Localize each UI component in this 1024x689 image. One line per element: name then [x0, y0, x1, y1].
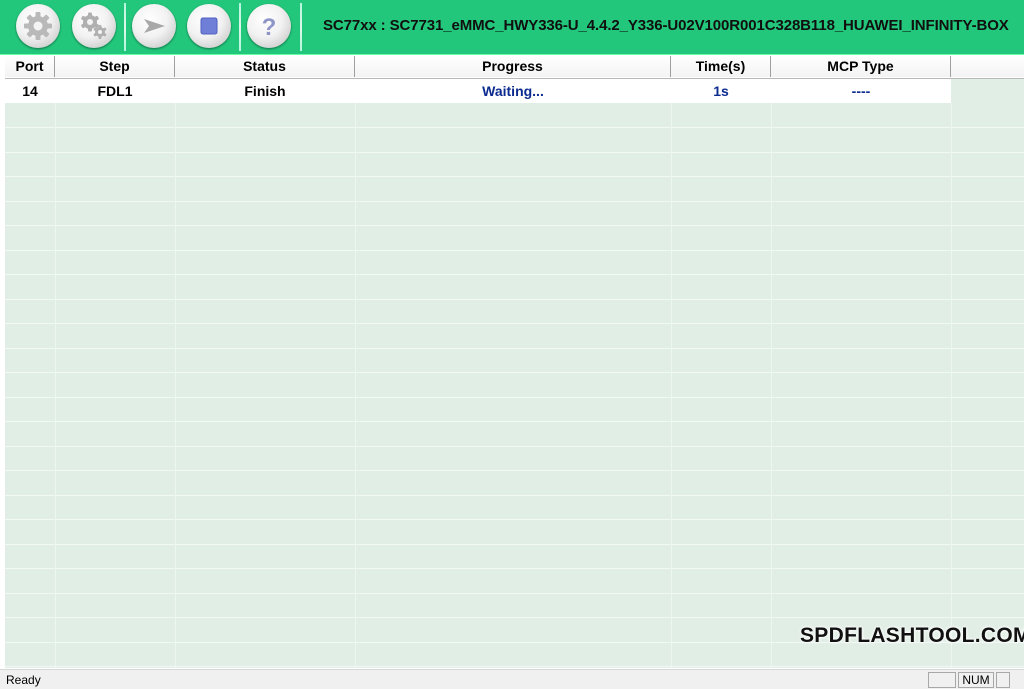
grid-row-line [5, 421, 1024, 422]
cell-step: FDL1 [97, 83, 133, 99]
grid-row-line [5, 666, 1024, 667]
status-pane-empty [928, 672, 956, 688]
firmware-title: SC77xx : SC7731_eMMC_HWY336-U_4.4.2_Y336… [323, 17, 1009, 34]
toolbar-separator [300, 3, 302, 51]
grid-row-line [5, 348, 1024, 349]
grid-row-line [5, 225, 1024, 226]
grid-row-line [5, 544, 1024, 545]
toolbar-separator [124, 3, 126, 51]
toolbar: ? SC77xx : SC7731_eMMC_HWY336-U_4.4.2_Y3… [0, 0, 1024, 55]
grid-row-line [5, 250, 1024, 251]
grid-row-line [5, 397, 1024, 398]
column-header-status[interactable]: Status [175, 56, 355, 77]
cell-status: Finish [244, 83, 286, 99]
grid-row-line [5, 519, 1024, 520]
status-bar: Ready NUM [0, 669, 1024, 689]
column-header-time[interactable]: Time(s) [671, 56, 771, 77]
toolbar-separator [239, 3, 241, 51]
grid-row-line [5, 274, 1024, 275]
grid-column-line [951, 103, 952, 668]
grid-row-line [5, 299, 1024, 300]
gear-icon [24, 12, 52, 40]
play-arrow-icon [144, 19, 165, 33]
grid-column-line [55, 103, 56, 668]
column-header-mcp-type[interactable]: MCP Type [771, 56, 951, 77]
grid-row-line [5, 470, 1024, 471]
grid-column-line [671, 103, 672, 668]
grid-row-line [5, 201, 1024, 202]
table-row[interactable]: 14 FDL1 Finish Waiting... 1s ---- [5, 79, 951, 103]
status-pane-empty [996, 672, 1010, 688]
svg-text:?: ? [262, 14, 277, 41]
status-text: Ready [6, 673, 41, 687]
grid-row-line [5, 568, 1024, 569]
cell-mcp-type: ---- [851, 83, 871, 99]
load-packet-button[interactable] [72, 4, 116, 48]
status-pane-num: NUM [958, 672, 994, 688]
grid-row-line [5, 372, 1024, 373]
table-header: Port Step Status Progress Time(s) MCP Ty… [5, 56, 1024, 79]
stop-square-icon [200, 17, 218, 35]
cell-time: 1s [713, 83, 729, 99]
stop-download-button[interactable] [187, 4, 231, 48]
grid-row-line [5, 617, 1024, 618]
cell-progress: Waiting... [482, 83, 544, 99]
grid-column-line [355, 103, 356, 668]
grid-column-line [175, 103, 176, 668]
grid-row-line [5, 495, 1024, 496]
grid-row-line [5, 323, 1024, 324]
watermark: SPDFLASHTOOL.COM [800, 624, 1024, 647]
gears-icon [81, 12, 107, 39]
column-header-progress[interactable]: Progress [355, 56, 671, 77]
column-header-step[interactable]: Step [55, 56, 175, 77]
help-question-icon: ? [262, 14, 277, 41]
help-button[interactable]: ? [247, 4, 291, 48]
column-header-empty [951, 56, 1024, 77]
settings-button[interactable] [16, 4, 60, 48]
grid-row-line [5, 593, 1024, 594]
column-header-port[interactable]: Port [5, 56, 55, 77]
cell-port: 14 [22, 83, 38, 99]
grid-row-line [5, 127, 1024, 128]
grid-row-line [5, 446, 1024, 447]
grid-row-line [5, 152, 1024, 153]
port-status-table: Port Step Status Progress Time(s) MCP Ty… [5, 56, 1024, 668]
start-download-button[interactable] [132, 4, 176, 48]
grid-column-line [771, 103, 772, 668]
grid-row-line [5, 176, 1024, 177]
